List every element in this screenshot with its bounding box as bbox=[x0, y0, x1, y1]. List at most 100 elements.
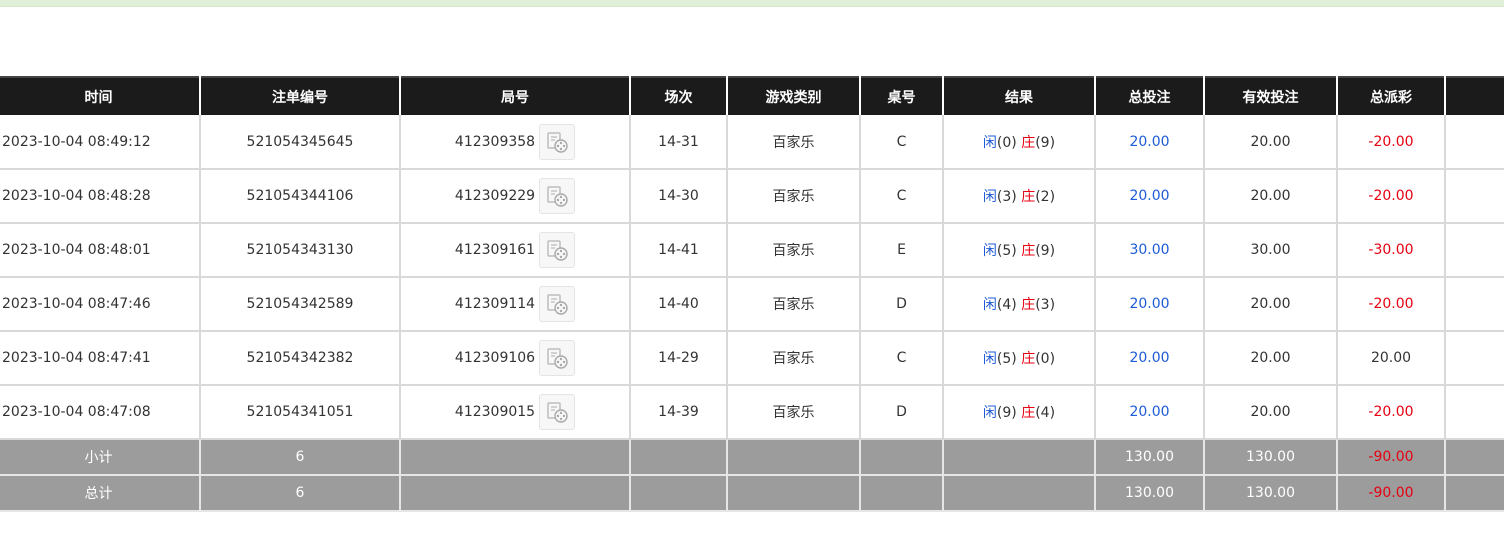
cell-session: 14-40 bbox=[630, 277, 728, 332]
banker-score: (9) bbox=[1035, 134, 1056, 151]
cell-extra bbox=[1445, 169, 1504, 224]
cell-valid-bet: 20.00 bbox=[1204, 331, 1338, 386]
cell-table: D bbox=[860, 385, 944, 440]
cell-session: 14-41 bbox=[630, 223, 728, 278]
header-extra bbox=[1445, 76, 1504, 115]
cell-bet-id: 521054345645 bbox=[200, 115, 401, 170]
subtotal-row: 小计 6 130.00 130.00 -90.00 bbox=[0, 439, 1504, 476]
player-label: 闲 bbox=[982, 189, 997, 205]
table-row: 2023-10-04 08:49:12 521054345645 412309358… bbox=[0, 115, 1504, 170]
video-replay-icon[interactable] bbox=[539, 178, 576, 214]
cell-game-type: 百家乐 bbox=[727, 115, 861, 170]
header-session: 场次 bbox=[630, 76, 728, 115]
table-row: 2023-10-04 08:48:01 521054343130 412309161… bbox=[0, 223, 1504, 278]
round-number: 412309114 bbox=[454, 296, 536, 312]
cell-result: 闲(5) 庄(0) bbox=[943, 331, 1096, 386]
cell-result: 闲(5) 庄(9) bbox=[943, 223, 1096, 278]
cell-payout: -20.00 bbox=[1337, 385, 1446, 440]
cell-total-bet: 20.00 bbox=[1095, 169, 1205, 224]
round-number: 412309358 bbox=[454, 133, 536, 150]
cell-bet-id: 521054342589 bbox=[200, 277, 401, 332]
cell-session: 14-31 bbox=[630, 115, 728, 170]
player-label: 闲 bbox=[982, 351, 997, 367]
cell-payout: -20.00 bbox=[1337, 277, 1446, 332]
cell-table: C bbox=[860, 115, 944, 170]
cell-extra bbox=[1445, 115, 1504, 170]
header-round: 局号 bbox=[400, 76, 631, 115]
banker-label: 庄 bbox=[1021, 297, 1036, 313]
banker-label: 庄 bbox=[1021, 351, 1036, 367]
banker-score: (3) bbox=[1035, 297, 1056, 313]
banker-label: 庄 bbox=[1021, 134, 1036, 151]
banker-label: 庄 bbox=[1021, 243, 1036, 259]
cell-extra bbox=[1445, 277, 1504, 332]
banker-score: (4) bbox=[1035, 405, 1056, 421]
cell-extra bbox=[1445, 331, 1504, 386]
cell-payout: -20.00 bbox=[1337, 169, 1446, 224]
header-table: 桌号 bbox=[860, 76, 944, 115]
subtotal-valid-bet: 130.00 bbox=[1204, 439, 1338, 476]
total-payout: -90.00 bbox=[1337, 475, 1446, 512]
player-score: (5) bbox=[996, 243, 1017, 259]
round-number: 412309161 bbox=[454, 242, 536, 258]
cell-game-type: 百家乐 bbox=[727, 223, 861, 278]
video-replay-icon[interactable] bbox=[539, 394, 576, 430]
video-replay-icon[interactable] bbox=[539, 286, 576, 322]
bet-records-table: 时间 注单编号 局号 场次 游戏类别 桌号 结果 总投注 有效投注 总派彩 20… bbox=[0, 76, 1504, 512]
header-bet-id: 注单编号 bbox=[200, 76, 401, 115]
video-replay-icon[interactable] bbox=[539, 123, 576, 160]
banker-score: (0) bbox=[1035, 351, 1056, 367]
banker-label: 庄 bbox=[1021, 405, 1036, 421]
cell-table: C bbox=[860, 169, 944, 224]
cell-round: 412309114 bbox=[400, 277, 631, 332]
cell-table: C bbox=[860, 331, 944, 386]
cell-bet-id: 521054343130 bbox=[200, 223, 401, 278]
cell-valid-bet: 20.00 bbox=[1204, 385, 1338, 440]
cell-valid-bet: 20.00 bbox=[1204, 115, 1338, 170]
cell-extra bbox=[1445, 385, 1504, 440]
cell-bet-id: 521054342382 bbox=[200, 331, 401, 386]
table-row: 2023-10-04 08:48:28 521054344106 412309229… bbox=[0, 169, 1504, 224]
player-label: 闲 bbox=[982, 297, 997, 313]
cell-total-bet: 20.00 bbox=[1095, 331, 1205, 386]
header-payout: 总派彩 bbox=[1337, 76, 1446, 115]
subtotal-count: 6 bbox=[200, 439, 401, 476]
cell-result: 闲(4) 庄(3) bbox=[943, 277, 1096, 332]
table-header-row: 时间 注单编号 局号 场次 游戏类别 桌号 结果 总投注 有效投注 总派彩 bbox=[0, 76, 1504, 115]
cell-total-bet: 20.00 bbox=[1095, 115, 1205, 170]
cell-time: 2023-10-04 08:48:28 bbox=[0, 169, 201, 224]
total-total-bet: 130.00 bbox=[1095, 475, 1205, 512]
player-label: 闲 bbox=[982, 134, 997, 151]
cell-time: 2023-10-04 08:47:08 bbox=[0, 385, 201, 440]
header-time: 时间 bbox=[0, 76, 201, 115]
cell-payout: 20.00 bbox=[1337, 331, 1446, 386]
cell-bet-id: 521054344106 bbox=[200, 169, 401, 224]
player-label: 闲 bbox=[982, 243, 997, 259]
header-game-type: 游戏类别 bbox=[727, 76, 861, 115]
cell-total-bet: 20.00 bbox=[1095, 277, 1205, 332]
cell-game-type: 百家乐 bbox=[727, 331, 861, 386]
cell-session: 14-29 bbox=[630, 331, 728, 386]
cell-payout: -20.00 bbox=[1337, 115, 1446, 170]
player-score: (3) bbox=[996, 189, 1017, 205]
player-label: 闲 bbox=[982, 405, 997, 421]
cell-result: 闲(3) 庄(2) bbox=[943, 169, 1096, 224]
round-number: 412309106 bbox=[454, 350, 536, 366]
cell-session: 14-30 bbox=[630, 169, 728, 224]
video-replay-icon[interactable] bbox=[539, 340, 576, 376]
cell-round: 412309358 bbox=[400, 115, 631, 170]
subtotal-payout: -90.00 bbox=[1337, 439, 1446, 476]
cell-time: 2023-10-04 08:48:01 bbox=[0, 223, 201, 278]
cell-total-bet: 20.00 bbox=[1095, 385, 1205, 440]
cell-bet-id: 521054341051 bbox=[200, 385, 401, 440]
total-label: 总计 bbox=[0, 475, 201, 512]
total-valid-bet: 130.00 bbox=[1204, 475, 1338, 512]
player-score: (9) bbox=[996, 405, 1017, 421]
video-replay-icon[interactable] bbox=[539, 232, 576, 268]
cell-table: E bbox=[860, 223, 944, 278]
cell-round: 412309015 bbox=[400, 385, 631, 440]
cell-round: 412309229 bbox=[400, 169, 631, 224]
subtotal-label: 小计 bbox=[0, 439, 201, 476]
header-total-bet: 总投注 bbox=[1095, 76, 1205, 115]
cell-valid-bet: 20.00 bbox=[1204, 277, 1338, 332]
